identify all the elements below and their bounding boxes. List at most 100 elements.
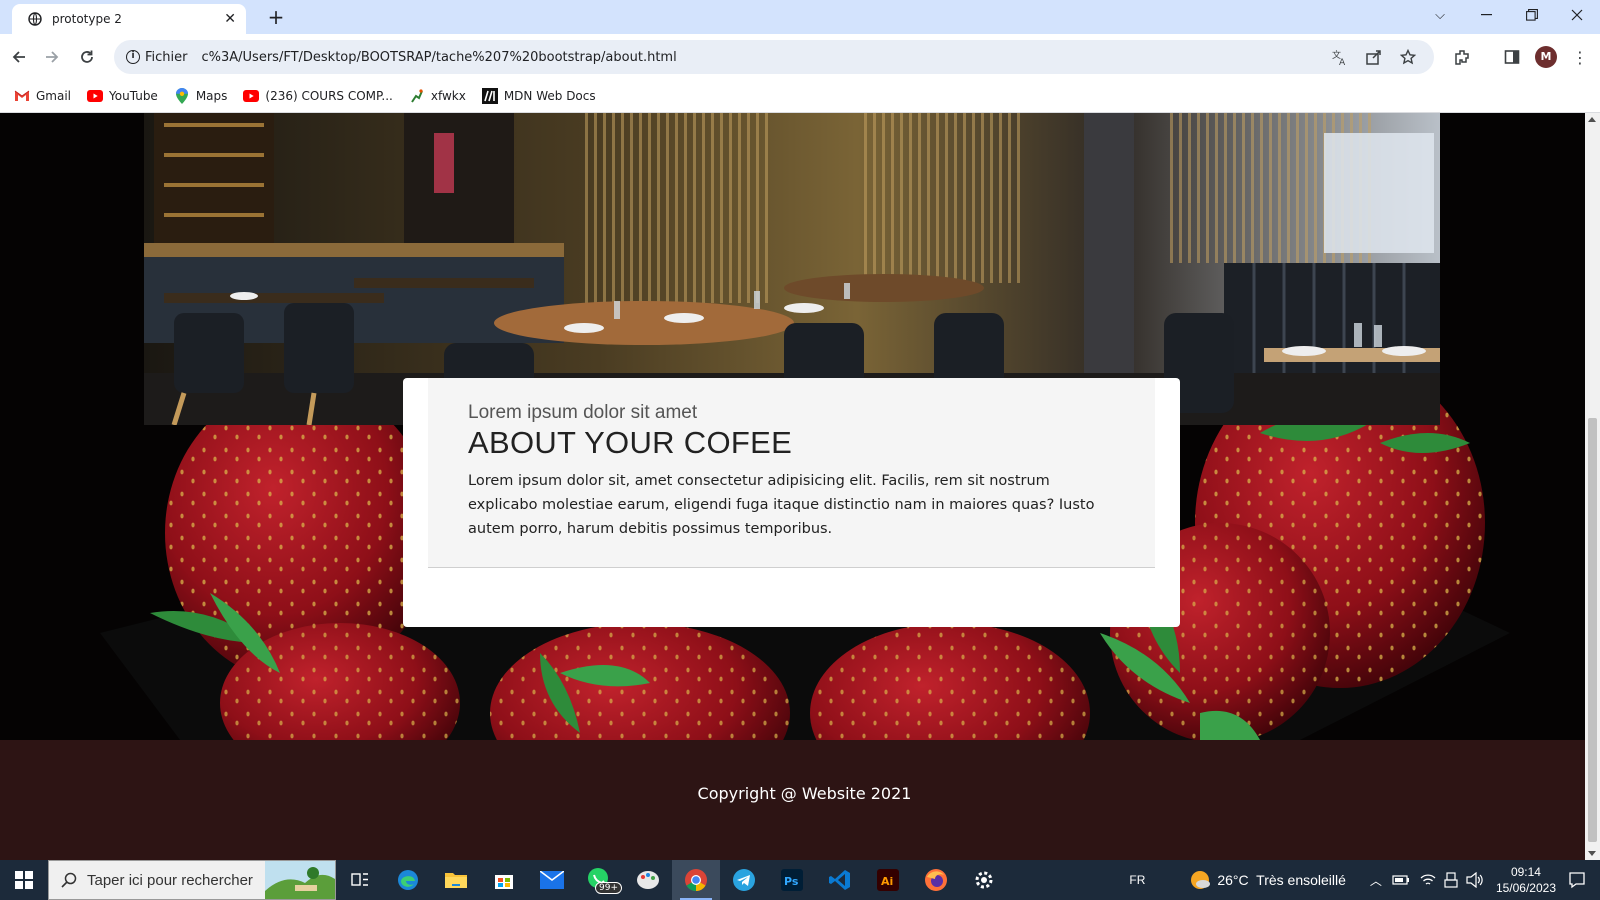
usb-device-icon[interactable] xyxy=(1444,872,1458,888)
bookmark-maps[interactable]: Maps xyxy=(174,88,228,104)
taskbar-telegram[interactable] xyxy=(720,860,768,900)
taskbar-clock[interactable]: 09:14 15/06/2023 xyxy=(1496,864,1556,896)
photoshop-icon: Ps xyxy=(781,869,803,891)
wifi-icon[interactable] xyxy=(1420,873,1436,887)
firefox-icon xyxy=(925,869,947,891)
scroll-down-arrow-icon[interactable] xyxy=(1588,851,1596,856)
notification-icon[interactable] xyxy=(1568,871,1586,889)
taskbar-chrome[interactable] xyxy=(672,860,720,900)
back-button[interactable] xyxy=(5,43,33,71)
bookmarks-bar: Gmail YouTube Maps (236) COURS COMP... x… xyxy=(0,80,1600,113)
bookmark-label: (236) COURS COMP... xyxy=(265,89,393,103)
scroll-up-arrow-icon[interactable] xyxy=(1588,117,1596,122)
new-tab-button[interactable]: + xyxy=(264,6,288,30)
arrow-left-icon xyxy=(12,51,25,63)
restore-icon xyxy=(1526,9,1538,21)
bookmark-cours[interactable]: (236) COURS COMP... xyxy=(243,88,393,104)
taskbar-vscode[interactable] xyxy=(816,860,864,900)
minimize-icon xyxy=(1480,14,1492,16)
taskbar-illustrator[interactable]: Ai xyxy=(864,860,912,900)
star-icon[interactable] xyxy=(1398,47,1418,67)
site-footer: Copyright @ Website 2021 xyxy=(0,740,1585,860)
taskbar-photoshop[interactable]: Ps xyxy=(768,860,816,900)
bookmark-youtube[interactable]: YouTube xyxy=(87,88,158,104)
svg-text:Ps: Ps xyxy=(784,875,799,888)
bookmark-label: MDN Web Docs xyxy=(503,89,596,103)
globe-icon xyxy=(28,12,42,26)
chevron-up-icon[interactable]: ︿ xyxy=(1370,872,1382,889)
about-card-body: Lorem ipsum dolor sit amet ABOUT YOUR CO… xyxy=(428,378,1155,568)
taskbar-edge[interactable] xyxy=(384,860,432,900)
tab-search-chevron-icon[interactable]: ⌵ xyxy=(1417,0,1463,30)
page-scrollbar[interactable] xyxy=(1585,113,1600,860)
arrow-right-icon xyxy=(46,51,59,63)
page-viewport: Lorem ipsum dolor sit amet ABOUT YOUR CO… xyxy=(0,113,1585,860)
search-icon xyxy=(61,872,77,888)
info-icon: i xyxy=(126,50,140,64)
taskbar-firefox[interactable] xyxy=(912,860,960,900)
windows-logo-icon xyxy=(15,871,33,889)
bookmark-label: Maps xyxy=(195,89,228,103)
menu-kebab-icon[interactable]: ⋮ xyxy=(1568,45,1592,69)
site-info-chip[interactable]: i Fichier xyxy=(122,44,196,70)
bookmark-gmail[interactable]: Gmail xyxy=(14,88,71,104)
clock-date: 15/06/2023 xyxy=(1495,881,1556,895)
browser-toolbar: i Fichier c%3A/Users/FT/Desktop/BOOTSRAP… xyxy=(0,34,1600,80)
language-indicator[interactable]: FR xyxy=(1129,873,1145,887)
minimize-button[interactable] xyxy=(1463,0,1509,30)
search-highlight-image xyxy=(265,861,335,899)
tab-title: prototype 2 xyxy=(52,12,122,26)
store-icon xyxy=(495,875,513,889)
weather-text[interactable]: 26°C Très ensoleillé xyxy=(1217,872,1346,888)
taskbar-mail[interactable] xyxy=(528,860,576,900)
taskbar-search[interactable]: Taper ici pour rechercher xyxy=(48,860,336,900)
about-paragraph: Lorem ipsum dolor sit, amet consectetur … xyxy=(468,473,1095,537)
about-subheading: Lorem ipsum dolor sit amet xyxy=(468,402,698,423)
url-text[interactable]: c%3A/Users/FT/Desktop/BOOTSRAP/tache%207… xyxy=(202,50,677,65)
profile-button[interactable]: M xyxy=(1534,45,1558,69)
telegram-icon xyxy=(733,869,755,891)
share-icon[interactable] xyxy=(1364,47,1384,67)
tab-prototype[interactable]: prototype 2 ✕ xyxy=(12,4,246,34)
gear-icon xyxy=(975,871,993,889)
svg-text:Ai: Ai xyxy=(881,875,893,888)
close-icon xyxy=(1571,9,1583,21)
taskbar-file-explorer[interactable] xyxy=(432,860,480,900)
site-info-label: Fichier xyxy=(145,49,188,65)
close-window-button[interactable] xyxy=(1554,0,1600,30)
whatsapp-badge: 99+ xyxy=(595,882,622,894)
palette-icon xyxy=(637,871,659,889)
task-view-icon xyxy=(351,873,368,886)
taskbar-whatsapp[interactable]: 99+ xyxy=(576,860,624,900)
about-heading: ABOUT YOUR COFEE xyxy=(468,425,793,460)
search-placeholder: Taper ici pour rechercher xyxy=(87,871,253,889)
illustrator-icon: Ai xyxy=(877,869,899,891)
gmail-icon xyxy=(14,88,30,104)
svg-text:A: A xyxy=(1339,58,1346,66)
taskbar-store[interactable] xyxy=(480,860,528,900)
avatar: M xyxy=(1535,46,1557,68)
forward-button[interactable] xyxy=(38,43,66,71)
close-tab-icon[interactable]: ✕ xyxy=(224,11,236,27)
bookmark-label: YouTube xyxy=(109,89,158,103)
start-button[interactable] xyxy=(0,860,48,900)
side-panel-icon[interactable] xyxy=(1500,45,1524,69)
copyright-text: Copyright @ Website 2021 xyxy=(697,783,912,803)
bookmark-label: xfwkx xyxy=(430,89,466,103)
youtube-icon xyxy=(87,88,104,104)
scrollbar-thumb[interactable] xyxy=(1588,418,1597,842)
bookmark-mdn[interactable]: MDN Web Docs xyxy=(481,88,596,104)
extensions-icon[interactable] xyxy=(1450,45,1474,69)
translate-icon[interactable]: 文A xyxy=(1330,47,1350,67)
battery-icon[interactable] xyxy=(1392,874,1410,886)
taskbar-settings[interactable] xyxy=(960,860,1008,900)
address-bar[interactable]: i Fichier c%3A/Users/FT/Desktop/BOOTSRAP… xyxy=(114,40,1434,74)
reload-button[interactable] xyxy=(73,43,101,71)
task-view-button[interactable] xyxy=(336,860,384,900)
taskbar-paint[interactable] xyxy=(624,860,672,900)
restore-button[interactable] xyxy=(1509,0,1555,30)
bookmark-xfwkx[interactable]: xfwkx xyxy=(409,88,466,104)
youtube-icon xyxy=(243,88,260,104)
figure-icon xyxy=(409,88,425,104)
speaker-icon[interactable] xyxy=(1466,872,1484,888)
